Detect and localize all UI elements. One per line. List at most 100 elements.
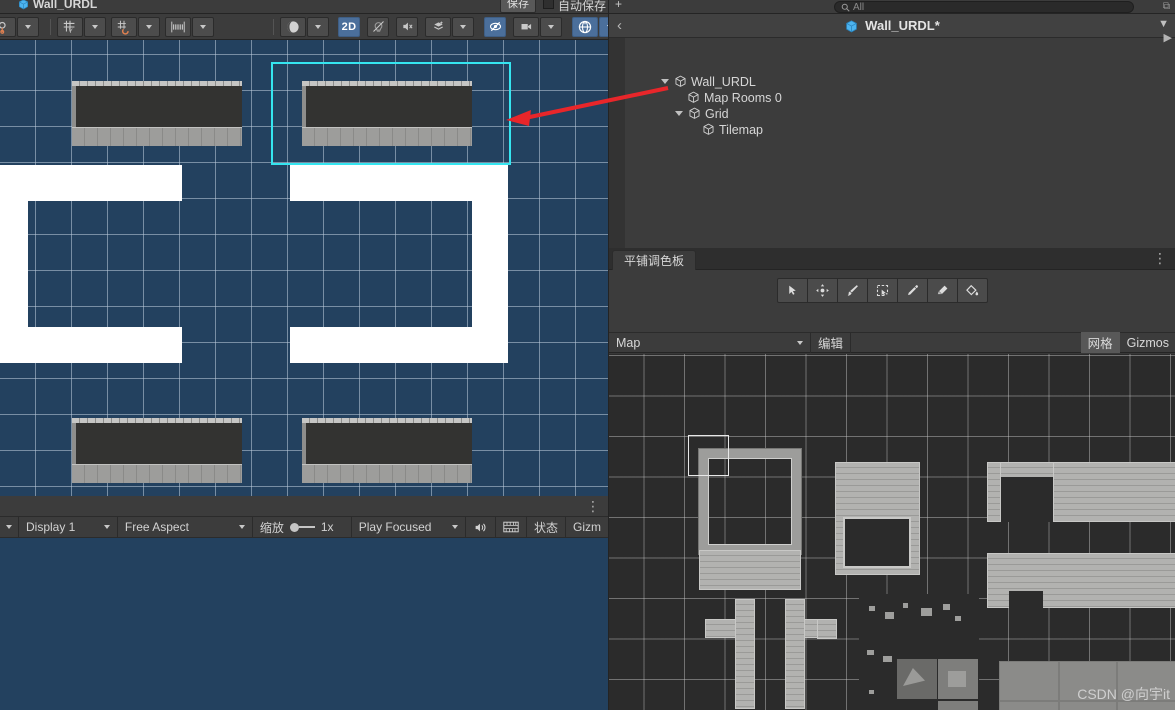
eraser-icon	[937, 285, 948, 295]
zoom-slider[interactable]	[289, 522, 315, 532]
paint-tool-button[interactable]	[837, 278, 868, 303]
tile-palette-canvas[interactable]: CSDN @向宇it	[609, 354, 1175, 710]
audio-toggle-button[interactable]	[396, 16, 418, 37]
scene-gizmos-toggle-button[interactable]	[572, 16, 598, 37]
gameobject-cube-icon	[689, 107, 700, 119]
chevron-down-icon	[548, 24, 554, 29]
hierarchy-panel-caret[interactable]: ▼	[1158, 18, 1169, 30]
hierarchy-search-input[interactable]: All	[834, 1, 1134, 13]
stats-label: 状态	[533, 520, 558, 535]
hierarchy-label: Tilemap	[719, 122, 763, 137]
brick-wall-bottom-right	[302, 418, 472, 483]
shading-mode-dropdown-caret[interactable]	[307, 16, 329, 37]
game-view-kebab-menu[interactable]: ⋮	[586, 499, 600, 513]
palette-name: Map	[616, 335, 641, 350]
hidden-objects-toggle-button[interactable]	[484, 16, 506, 37]
expand-triangle-icon[interactable]	[661, 79, 669, 84]
paintbrush-icon	[847, 285, 858, 296]
svg-text:Y: Y	[69, 27, 74, 34]
camera-icon-button[interactable]	[513, 16, 539, 37]
palette-gizmos-toggle[interactable]: Gizmos	[1120, 332, 1175, 353]
keyboard-icon	[503, 521, 519, 533]
chevron-down-icon	[315, 24, 321, 29]
gameobject-cube-icon	[675, 75, 686, 87]
hierarchy-label: Wall_URDL	[691, 74, 756, 89]
grid-axis-icon-button[interactable]: Y	[57, 16, 83, 37]
grid-snap-dropdown-caret[interactable]	[138, 16, 160, 37]
palette-wall-gap-1	[1001, 477, 1053, 522]
hierarchy-top-strip: + All ⧉	[609, 0, 1175, 14]
game-view-canvas[interactable]	[0, 538, 608, 710]
select-tool-button[interactable]	[777, 278, 808, 303]
palette-connector-right3	[817, 619, 837, 639]
autosave-checkbox[interactable]	[543, 0, 554, 9]
grid-size-dropdown-caret[interactable]	[192, 16, 214, 37]
hierarchy-lock-icon[interactable]: ⧉	[1163, 1, 1170, 12]
tile-palette-collapse-caret[interactable]: ▶	[1164, 31, 1172, 44]
prefab-cube-icon	[845, 20, 857, 33]
palette-edit-button[interactable]: 编辑	[811, 332, 852, 353]
grid-size-icon-button[interactable]	[165, 16, 191, 37]
zoom-label: 缩放	[259, 520, 284, 535]
palette-connector-right2	[785, 599, 805, 709]
palette-active-cell-cursor	[688, 435, 729, 476]
palette-wall-band-1b	[987, 462, 1001, 522]
palette-debris-tile-3	[938, 701, 978, 710]
hierarchy-row-tilemap[interactable]: Tilemap	[702, 120, 763, 139]
hierarchy-breadcrumb-bar: ‹ Wall_URDL*	[609, 14, 1175, 38]
play-mode-dropdown[interactable]: Play Focused	[352, 516, 466, 538]
zoom-slider-group[interactable]: 缩放 1x	[253, 516, 352, 538]
toolbar-separator-2	[273, 18, 274, 35]
shading-mode-icon-button[interactable]	[280, 16, 306, 37]
toolbar-separator	[50, 18, 51, 35]
box-fill-tool-button[interactable]	[867, 278, 898, 303]
tab-tile-palette[interactable]: 平铺调色板	[612, 250, 697, 270]
stats-label-button[interactable]: 状态	[527, 516, 566, 538]
hierarchy-label: Grid	[705, 106, 729, 121]
palette-dropdown[interactable]: Map	[609, 332, 811, 353]
mute-audio-button[interactable]	[466, 516, 496, 538]
scene-lighting-toggle-button[interactable]	[367, 16, 389, 37]
unity-editor-window: Wall_URDL 保存 自动保存 Y 2D ⋮ Display 1 Free …	[0, 0, 1175, 710]
2d-label: 2D	[341, 20, 357, 33]
game-view-header	[0, 496, 608, 516]
paint-bucket-icon	[966, 284, 979, 296]
grid-snap-icon-button[interactable]	[111, 16, 137, 37]
aspect-dropdown[interactable]: Free Aspect	[118, 516, 253, 538]
tile-palette-toolbar-panel: 活动瓦片地图 Tilemap	[609, 270, 1175, 332]
palette-wall-gap-2	[1009, 591, 1043, 611]
picker-tool-button[interactable]	[897, 278, 928, 303]
pivot-icon-button[interactable]	[0, 16, 16, 37]
erase-tool-button[interactable]	[927, 278, 958, 303]
gameobject-cube-icon	[688, 91, 699, 103]
game-view-left-caret[interactable]	[0, 516, 19, 538]
stats-toggle-button[interactable]	[496, 516, 527, 538]
grid-axis-dropdown-caret[interactable]	[84, 16, 106, 37]
breadcrumb-back-button[interactable]: ‹	[617, 17, 622, 34]
watermark: CSDN @向宇it	[1077, 686, 1170, 702]
hierarchy-add-button[interactable]: +	[615, 0, 622, 11]
expand-triangle-icon[interactable]	[675, 111, 683, 116]
save-button[interactable]: 保存	[500, 0, 536, 13]
palette-grid-toggle[interactable]: 网格	[1080, 332, 1120, 353]
scene-view-canvas[interactable]	[0, 40, 608, 496]
move-tool-button[interactable]	[807, 278, 838, 303]
effects-dropdown-caret[interactable]	[452, 16, 474, 37]
game-view-toolbar: Display 1 Free Aspect 缩放 1x Play Focused	[0, 516, 608, 538]
pivot-dropdown-caret[interactable]	[17, 16, 39, 37]
hierarchy-gutter	[609, 38, 625, 248]
2d-toggle-button[interactable]: 2D	[338, 16, 360, 37]
fill-tool-button[interactable]	[957, 278, 988, 303]
brick-wall-top-left	[72, 81, 242, 146]
box-select-icon	[876, 284, 889, 297]
tile-palette-kebab-menu[interactable]: ⋮	[1153, 251, 1167, 265]
gizmos-dropdown-button[interactable]: Gizm	[566, 516, 608, 538]
breadcrumb-title[interactable]: Wall_URDL*	[845, 18, 940, 33]
left-panel-column: Wall_URDL 保存 自动保存 Y 2D ⋮ Display 1 Free …	[0, 0, 687, 710]
effects-toggle-button[interactable]	[425, 16, 451, 37]
display-dropdown[interactable]: Display 1	[19, 516, 118, 538]
scene-tab[interactable]: Wall_URDL	[18, 0, 97, 11]
chevron-down-icon	[6, 525, 12, 529]
camera-dropdown-caret[interactable]	[540, 16, 562, 37]
hierarchy-search-placeholder: All	[853, 1, 865, 13]
